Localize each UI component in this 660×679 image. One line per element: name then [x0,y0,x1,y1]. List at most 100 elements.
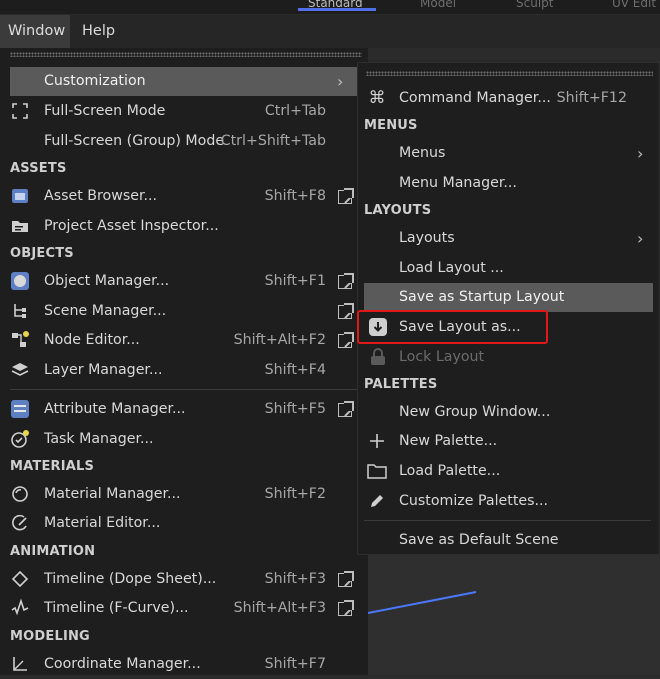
project-asset-icon [10,216,30,236]
fcurve-shortcut: Shift+Alt+F3 [233,600,326,616]
menu-item-node-editor[interactable]: Node Editor... Shift+Alt+F2 [10,326,358,355]
menu-item-timeline-fcurve[interactable]: Timeline (F-Curve)... Shift+Alt+F3 [10,594,358,623]
external-window-icon[interactable] [338,188,354,204]
attribute-manager-label: Attribute Manager... [44,401,186,417]
chevron-right-icon: › [637,229,644,248]
object-manager-icon [10,271,30,291]
attribute-manager-icon [10,399,30,419]
menu-item-lock-layout[interactable]: Lock Layout [364,343,654,372]
menu-item-menus[interactable]: Menus › [364,139,654,168]
dope-sheet-shortcut: Shift+F3 [264,571,326,587]
external-window-icon[interactable] [338,332,354,348]
customization-label: Customization [44,73,146,89]
external-window-icon[interactable] [338,273,354,289]
task-manager-icon [10,429,30,449]
fullscreen-label: Full-Screen Mode [44,103,166,119]
menu-item-scene-manager[interactable]: Scene Manager... [10,297,358,326]
material-editor-icon [10,513,30,533]
menu-item-asset-browser[interactable]: Asset Browser... Shift+F8 [10,182,358,211]
menu-item-fullscreen[interactable]: Full-Screen Mode Ctrl+Tab [10,97,358,126]
node-editor-icon [10,330,30,350]
active-tab-underline [298,8,376,11]
menu-item-customization[interactable]: Customization › [10,67,358,96]
menu-item-attribute-manager[interactable]: Attribute Manager... Shift+F5 [10,395,358,424]
menus-label: Menus [399,145,446,161]
menu-window[interactable]: Window [0,15,70,48]
fcurve-label: Timeline (F-Curve)... [44,600,189,616]
chevron-right-icon: › [337,72,344,91]
external-window-icon[interactable] [338,571,354,587]
fullscreen-group-label: Full-Screen (Group) Mode [44,133,225,149]
section-menus: MENUS [364,118,418,133]
task-manager-label: Task Manager... [44,431,154,447]
asset-browser-label: Asset Browser... [44,188,158,204]
tear-off-grip[interactable] [10,52,362,57]
lock-layout-label: Lock Layout [399,349,485,365]
save-startup-layout-label: Save as Startup Layout [399,289,565,305]
section-modeling: MODELING [10,629,90,644]
section-assets: ASSETS [10,161,67,176]
menu-item-material-manager[interactable]: Material Manager... Shift+F2 [10,480,358,509]
node-editor-shortcut: Shift+Alt+F2 [233,332,326,348]
menu-item-project-asset-inspector[interactable]: Project Asset Inspector... [10,212,358,241]
project-asset-label: Project Asset Inspector... [44,218,219,234]
load-layout-label: Load Layout ... [399,260,504,276]
external-window-icon[interactable] [338,600,354,616]
tear-off-grip[interactable] [366,71,653,76]
menu-item-save-startup-layout[interactable]: Save as Startup Layout [364,283,653,312]
layer-manager-label: Layer Manager... [44,362,163,378]
menu-item-timeline-dope-sheet[interactable]: Timeline (Dope Sheet)... Shift+F3 [10,565,358,594]
customize-palettes-label: Customize Palettes... [399,493,549,509]
menu-item-object-manager[interactable]: Object Manager... Shift+F1 [10,267,358,296]
attribute-manager-shortcut: Shift+F5 [264,401,326,417]
chevron-right-icon: › [637,144,644,163]
menu-item-command-manager[interactable]: ⌘ Command Manager... Shift+F12 [364,84,654,113]
save-default-scene-label: Save as Default Scene [399,532,559,548]
object-manager-label: Object Manager... [44,273,170,289]
tab-model[interactable]: Model [420,0,456,10]
menu-separator [364,520,651,521]
asset-browser-shortcut: Shift+F8 [264,188,326,204]
menu-item-layer-manager[interactable]: Layer Manager... Shift+F4 [10,356,358,385]
fullscreen-shortcut: Ctrl+Tab [264,103,326,119]
lock-icon [368,347,388,367]
material-editor-label: Material Editor... [44,515,161,531]
menu-item-load-palette[interactable]: Load Palette... [364,457,654,486]
layer-manager-shortcut: Shift+F4 [264,362,326,378]
material-manager-label: Material Manager... [44,486,181,502]
folder-icon [367,461,387,481]
menu-item-fullscreen-group[interactable]: Full-Screen (Group) Mode Ctrl+Shift+Tab [10,127,358,156]
pencil-icon [367,491,387,511]
dope-sheet-icon [10,569,30,589]
layout-tab-strip: Standard Model Sculpt UV Edit [0,0,660,14]
tab-uv-edit[interactable]: UV Edit [612,0,656,10]
external-window-icon[interactable] [338,303,354,319]
dope-sheet-label: Timeline (Dope Sheet)... [44,571,217,587]
menu-item-new-palette[interactable]: New Palette... [364,427,654,456]
menu-bar: Window Help [0,15,660,48]
menu-item-material-editor[interactable]: Material Editor... [10,509,358,538]
menu-item-new-group-window[interactable]: New Group Window... [364,398,654,427]
highlight-annotation-box [357,310,548,344]
menu-help[interactable]: Help [74,15,123,48]
new-group-window-label: New Group Window... [399,404,551,420]
menu-item-save-default-scene[interactable]: Save as Default Scene [364,526,654,555]
material-manager-icon [10,484,30,504]
menu-item-task-manager[interactable]: Task Manager... [10,425,358,454]
layouts-label: Layouts [399,230,455,246]
plus-icon [367,431,387,451]
load-palette-label: Load Palette... [399,463,501,479]
menu-item-load-layout[interactable]: Load Layout ... [364,254,654,283]
command-manager-label: Command Manager... [399,90,551,106]
menu-item-customize-palettes[interactable]: Customize Palettes... [364,487,654,516]
section-layouts: LAYOUTS [364,203,432,218]
object-manager-shortcut: Shift+F1 [264,273,326,289]
tab-sculpt[interactable]: Sculpt [516,0,553,10]
external-window-icon[interactable] [338,401,354,417]
menu-item-menu-manager[interactable]: Menu Manager... [364,169,654,198]
fullscreen-group-shortcut: Ctrl+Shift+Tab [220,133,326,149]
viewport-area[interactable] [368,555,660,675]
section-palettes: PALETTES [364,377,438,392]
menu-item-layouts[interactable]: Layouts › [364,224,654,253]
menu-separator [10,389,358,390]
